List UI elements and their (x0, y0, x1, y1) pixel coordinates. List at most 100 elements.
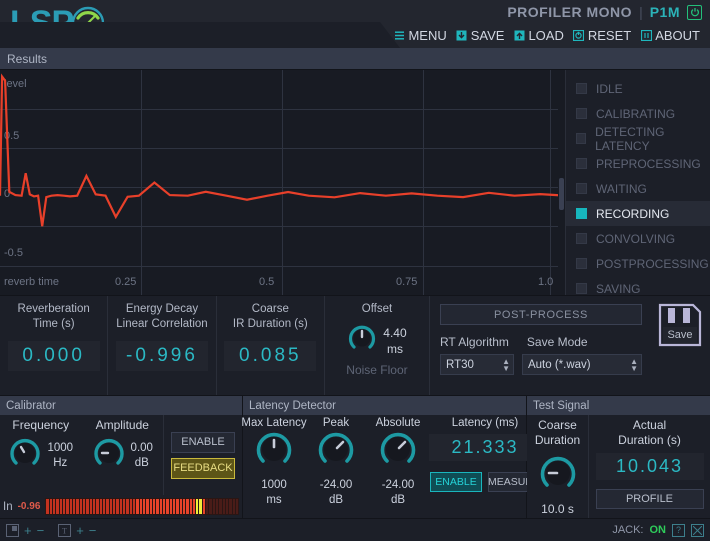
status-list: IDLE CALIBRATING DETECTING LATENCY PREPR… (566, 70, 710, 296)
window-scale-group: + − (6, 523, 45, 537)
window-scale-increase-button[interactable]: + (24, 524, 32, 537)
meter-segment (226, 499, 229, 514)
save-cell: Save (650, 296, 710, 395)
noise-floor-label: Noise Floor (346, 363, 408, 377)
absolute-value-group: -24.00 dB (382, 478, 415, 508)
absolute-control: Absolute -24.00 dB (367, 417, 429, 518)
test-signal-panel: Test Signal Coarse Duration 10.0 s Actua… (527, 396, 710, 519)
rotary-knob-icon[interactable] (316, 429, 356, 474)
impulse-response-graph[interactable]: level 0.5 0 -0.5 reverb time 0.25 0.5 0.… (0, 70, 566, 295)
rotary-knob-icon[interactable] (8, 436, 42, 475)
absolute-value: -24.00 (381, 479, 415, 491)
help-button[interactable]: ? (672, 523, 685, 537)
metric-label-line2: Time (s) (32, 318, 75, 330)
latency-detector-title: Latency Detector (243, 396, 526, 415)
menu-button-load[interactable]: LOAD (513, 28, 564, 43)
app-header: LSP PROFILER MONO | P1M (0, 0, 710, 48)
meter-segment (109, 499, 112, 514)
meter-segment (196, 499, 199, 514)
latency-readout-group: Latency (ms) 21.333 ENABLE MEASURE (429, 415, 541, 518)
profile-button[interactable]: PROFILE (595, 489, 704, 509)
meter-segment (176, 499, 179, 514)
footer-right: JACK: ON ? (612, 523, 704, 537)
calibrator-feedback-button[interactable]: FEEDBACK (171, 457, 235, 479)
status-item-recording[interactable]: RECORDING (566, 201, 710, 226)
rotary-knob-icon[interactable] (254, 429, 294, 474)
meter-segment (159, 499, 162, 514)
meter-segment (156, 499, 159, 514)
menu-label-reset: RESET (587, 27, 632, 43)
graph-scroll-thumb[interactable] (559, 178, 564, 210)
latency-enable-button[interactable]: ENABLE (430, 472, 482, 492)
calibrator-panel: Calibrator Frequency 1000 Hz Amplitude 0… (0, 396, 243, 519)
calibrator-buttons: ENABLE FEEDBACK (164, 415, 242, 495)
status-led (576, 158, 587, 169)
rt-algorithm-label: RT Algorithm (439, 335, 509, 349)
rotary-knob-icon[interactable] (538, 453, 578, 498)
metric-label-line1: Energy Decay (125, 303, 199, 315)
meter-segment (122, 499, 126, 514)
meter-segment (222, 499, 226, 514)
actual-duration-value: 10.043 (595, 453, 704, 480)
rt-algorithm-value: RT30 (445, 358, 474, 371)
menu-button-menu[interactable]: MENU (393, 28, 447, 43)
calibrator-enable-button[interactable]: ENABLE (171, 431, 235, 453)
results-section-title: Results (0, 48, 710, 70)
graph-scrollbar[interactable] (558, 70, 565, 295)
input-meter-label: In (3, 500, 13, 513)
status-label: DETECTING LATENCY (595, 124, 665, 153)
frequency-control: Frequency 1000 Hz (0, 415, 82, 495)
calibrator-body: Frequency 1000 Hz Amplitude 0.00 dB ENAB… (0, 415, 242, 495)
latency-readout-label: Latency (ms) (451, 417, 519, 429)
absolute-label: Absolute (375, 417, 421, 429)
status-item-detecting-latency[interactable]: DETECTING LATENCY (576, 124, 710, 153)
post-process-section: POST-PROCESS RT Algorithm Save Mode RT30… (430, 296, 650, 395)
font-scale-increase-button[interactable]: + (76, 524, 84, 537)
download-arrow-icon (456, 29, 468, 41)
status-item-preprocessing[interactable]: PREPROCESSING (576, 151, 710, 176)
font-scale-decrease-button[interactable]: − (89, 524, 97, 537)
meter-segment (112, 499, 116, 514)
absolute-unit: dB (390, 494, 406, 506)
status-label: SAVING (596, 281, 641, 296)
offset-value: 4.40 (383, 325, 407, 340)
window-scale-icon[interactable] (6, 523, 19, 537)
actual-duration-group: Actual Duration (s) 10.043 PROFILE (589, 415, 710, 518)
latency-readout-value: 21.333 (429, 434, 541, 461)
status-led (576, 108, 587, 119)
meter-segment (229, 499, 232, 514)
test-signal-body: Coarse Duration 10.0 s Actual Duration (… (527, 415, 710, 518)
menu-button-save[interactable]: SAVE (456, 28, 504, 43)
menu-button-reset[interactable]: RESET (573, 28, 631, 43)
meter-segment (182, 499, 186, 514)
metric-energy-decay-correlation: Energy Decay Linear Correlation -0.996 (108, 296, 217, 395)
rt-algorithm-select[interactable]: RT30 ▲ ▼ (439, 354, 514, 375)
save-mode-label: Save Mode (526, 335, 588, 349)
status-item-calibrating[interactable]: CALIBRATING (576, 101, 710, 126)
max-latency-value-group: 1000 ms (261, 478, 287, 508)
save-mode-select[interactable]: Auto (*.wav) ▲ ▼ (521, 354, 642, 375)
meter-segment (63, 499, 66, 514)
resize-grip-icon[interactable] (691, 523, 704, 537)
save-button[interactable]: Save (657, 302, 703, 348)
power-icon[interactable] (687, 4, 702, 20)
offset-value-group: 4.40 ms (383, 325, 406, 357)
rotary-knob-icon[interactable] (378, 429, 418, 474)
rotary-knob-icon[interactable] (347, 323, 377, 358)
meter-segment (69, 499, 73, 514)
actual-label-line2: Duration (s) (618, 433, 681, 447)
max-latency-value: 1000 (261, 479, 287, 491)
status-led (576, 283, 587, 294)
status-item-postprocessing[interactable]: POSTPROCESSING (576, 251, 710, 276)
status-item-convolving[interactable]: CONVOLVING (576, 226, 710, 251)
status-item-waiting[interactable]: WAITING (576, 176, 710, 201)
coarse-duration-label: Coarse Duration (535, 418, 580, 448)
window-scale-decrease-button[interactable]: − (37, 524, 45, 537)
status-item-idle[interactable]: IDLE (576, 76, 710, 101)
font-scale-icon[interactable]: T (58, 523, 72, 537)
frequency-value-group: 1000 Hz (47, 441, 73, 471)
post-process-button[interactable]: POST-PROCESS (439, 304, 642, 325)
info-icon (640, 29, 652, 41)
rotary-knob-icon[interactable] (92, 436, 126, 475)
menu-button-about[interactable]: ABOUT (640, 28, 700, 43)
